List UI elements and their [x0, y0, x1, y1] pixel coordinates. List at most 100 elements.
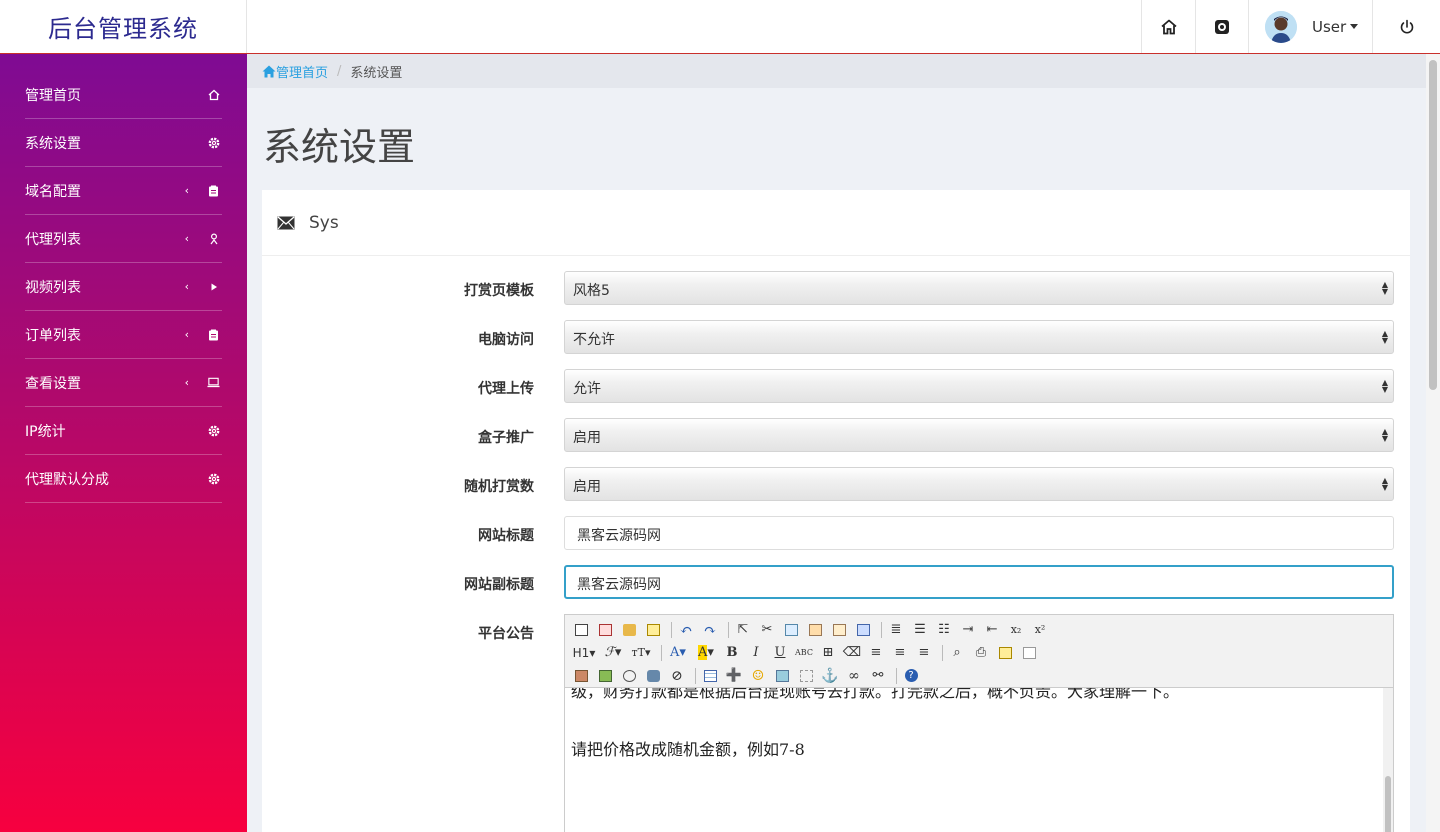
forecolor-icon[interactable]: A▾ — [666, 643, 690, 663]
selectall-icon[interactable]: ⇱ — [733, 620, 753, 640]
form-row: 电脑访问 不允许 ▲ ▼ — [262, 320, 1410, 354]
home-icon — [207, 88, 220, 101]
chevron-left-icon: ‹ — [184, 376, 189, 389]
sidebar-item-agent-commission[interactable]: 代理默认分成 — [25, 455, 222, 503]
site-subtitle-input[interactable]: 黑客云源码网 — [564, 565, 1394, 599]
announcement-editor[interactable]: ↶ ↷ ⇱ ✂ ≣ ☰ ☷ ⇥ ⇤ x₂ x² H1 ▾ ℱ▾ ᴛT▾ A▾ A… — [564, 614, 1394, 832]
print-icon[interactable]: ⎙ — [971, 643, 991, 663]
table-icon[interactable] — [700, 666, 720, 686]
select-value: 允许 — [573, 381, 601, 397]
outdent-icon[interactable]: ⇤ — [982, 620, 1002, 640]
cut-icon[interactable]: ✂ — [757, 620, 777, 640]
gear-icon — [207, 136, 220, 149]
template-icon[interactable] — [995, 643, 1015, 663]
site-title-input[interactable]: 黑客云源码网 — [564, 516, 1394, 550]
flash-icon[interactable] — [619, 666, 639, 686]
form-row: 网站副标题 黑客云源码网 — [262, 565, 1410, 599]
avatar — [1265, 10, 1297, 43]
justifyleft-icon[interactable]: ≡ — [866, 643, 886, 663]
superscript-icon[interactable]: x² — [1030, 620, 1050, 640]
sidebar-item-view-settings[interactable]: 查看设置 ‹ — [25, 359, 222, 407]
sidebar-item-domain-config[interactable]: 域名配置 ‹ — [25, 167, 222, 215]
anchor-icon[interactable]: ⚓ — [820, 666, 840, 686]
toolbar-separator — [671, 621, 672, 638]
reward-template-select[interactable]: 风格5 ▲ ▼ — [564, 271, 1394, 305]
justify-icon[interactable]: ≣ — [886, 620, 906, 640]
eraser-icon[interactable]: ⌫ — [842, 643, 862, 663]
italic-icon[interactable]: I — [746, 643, 766, 663]
top-navbar: 后台管理系统 User — [0, 0, 1440, 54]
settings-button[interactable] — [1195, 0, 1248, 53]
insertrow-icon[interactable]: ➕ — [724, 666, 744, 686]
picture-icon[interactable] — [772, 666, 792, 686]
user-icon — [207, 232, 220, 245]
emotion-icon[interactable]: ☺ — [748, 666, 768, 686]
code-icon[interactable] — [1019, 643, 1039, 663]
attachment-icon[interactable]: ⊘ — [667, 666, 687, 686]
page-scrollbar[interactable] — [1426, 54, 1440, 832]
pasteplain-icon[interactable] — [643, 620, 663, 640]
source-icon[interactable] — [571, 620, 591, 640]
sidebar-item-home[interactable]: 管理首页 — [25, 71, 222, 119]
justifyright-icon[interactable]: ≡ — [914, 643, 934, 663]
pagebreak-icon[interactable] — [796, 666, 816, 686]
indent-icon[interactable]: ⇥ — [958, 620, 978, 640]
cleardoc-icon[interactable] — [619, 620, 639, 640]
toolbar-separator — [728, 621, 729, 638]
toolbar-separator — [695, 667, 696, 684]
pastetext-icon[interactable] — [829, 620, 849, 640]
sidebar-item-agent-list[interactable]: 代理列表 ‹ — [25, 215, 222, 263]
box-promotion-select[interactable]: 启用 ▲ ▼ — [564, 418, 1394, 452]
strikethrough-icon[interactable]: ABC — [794, 643, 814, 663]
pc-access-select[interactable]: 不允许 ▲ ▼ — [564, 320, 1394, 354]
unlink-icon[interactable]: ⚯ — [868, 666, 888, 686]
fontsize-icon[interactable]: ᴛT▾ — [629, 643, 653, 663]
breadcrumb-current: 系统设置 — [350, 65, 403, 81]
editor-scrollbar-thumb[interactable] — [1385, 776, 1391, 832]
help-icon[interactable]: ? — [901, 666, 921, 686]
unordered-list-icon[interactable]: ☷ — [934, 620, 954, 640]
fullscreen-icon[interactable] — [595, 620, 615, 640]
copy-icon[interactable] — [781, 620, 801, 640]
bold-icon[interactable]: B — [722, 643, 742, 663]
ordered-list-icon[interactable]: ☰ — [910, 620, 930, 640]
subscript-icon[interactable]: x₂ — [1006, 620, 1026, 640]
sidebar-item-order-list[interactable]: 订单列表 ‹ — [25, 311, 222, 359]
backcolor-icon[interactable]: A ▾ — [694, 643, 718, 663]
undo-icon[interactable]: ↶ — [676, 620, 696, 640]
media-icon[interactable] — [643, 666, 663, 686]
paragraph-icon[interactable]: H1 ▾ — [571, 643, 597, 663]
logout-button[interactable] — [1372, 0, 1440, 53]
fontfamily-icon[interactable]: ℱ▾ — [601, 643, 625, 663]
editor-paragraph: 请把价格改成随机金额，例如7-8 — [571, 740, 805, 759]
justifycenter-icon[interactable]: ≡ — [890, 643, 910, 663]
home-button[interactable] — [1141, 0, 1195, 53]
field-label: 网站标题 — [478, 528, 534, 544]
sidebar-item-ip-stats[interactable]: IP统计 — [25, 407, 222, 455]
agent-upload-select[interactable]: 允许 ▲ ▼ — [564, 369, 1394, 403]
editor-scrollbar[interactable] — [1383, 688, 1393, 832]
editor-content[interactable]: 级，财务打款都是根据后台提现账号去打款。打完款之后，概不负责。大家理解一下。 请… — [565, 688, 1383, 832]
image-icon[interactable] — [571, 666, 591, 686]
preview-icon[interactable]: ⌕ — [947, 643, 967, 663]
brand[interactable]: 后台管理系统 — [0, 0, 247, 53]
heading-label: H1 — [572, 645, 590, 660]
page-title: 系统设置 — [263, 125, 416, 169]
settings-panel: Sys 打赏页模板 风格5 ▲ ▼ 电脑访问 不允许 ▲ ▼ 代理上传 允许 ▲ ▼ 盒子推… — [262, 190, 1410, 832]
link-icon[interactable]: ∞ — [844, 666, 864, 686]
border-icon[interactable]: ⊞ — [818, 643, 838, 663]
panel-header: Sys — [262, 190, 1410, 256]
sidebar-item-video-list[interactable]: 视频列表 ‹ — [25, 263, 222, 311]
pasteword-icon[interactable] — [853, 620, 873, 640]
sidebar-item-system-settings[interactable]: 系统设置 — [25, 119, 222, 167]
page-scrollbar-thumb[interactable] — [1429, 60, 1437, 390]
paste-icon[interactable] — [805, 620, 825, 640]
user-menu[interactable]: User — [1248, 0, 1372, 53]
underline-icon[interactable]: U — [770, 643, 790, 663]
random-reward-select[interactable]: 启用 ▲ ▼ — [564, 467, 1394, 501]
form-row: 代理上传 允许 ▲ ▼ — [262, 369, 1410, 403]
breadcrumb-home-link[interactable]: 管理首页 — [262, 62, 328, 81]
breadcrumb: 管理首页 / 系统设置 — [247, 54, 1426, 88]
multiimage-icon[interactable] — [595, 666, 615, 686]
redo-icon[interactable]: ↷ — [700, 620, 720, 640]
